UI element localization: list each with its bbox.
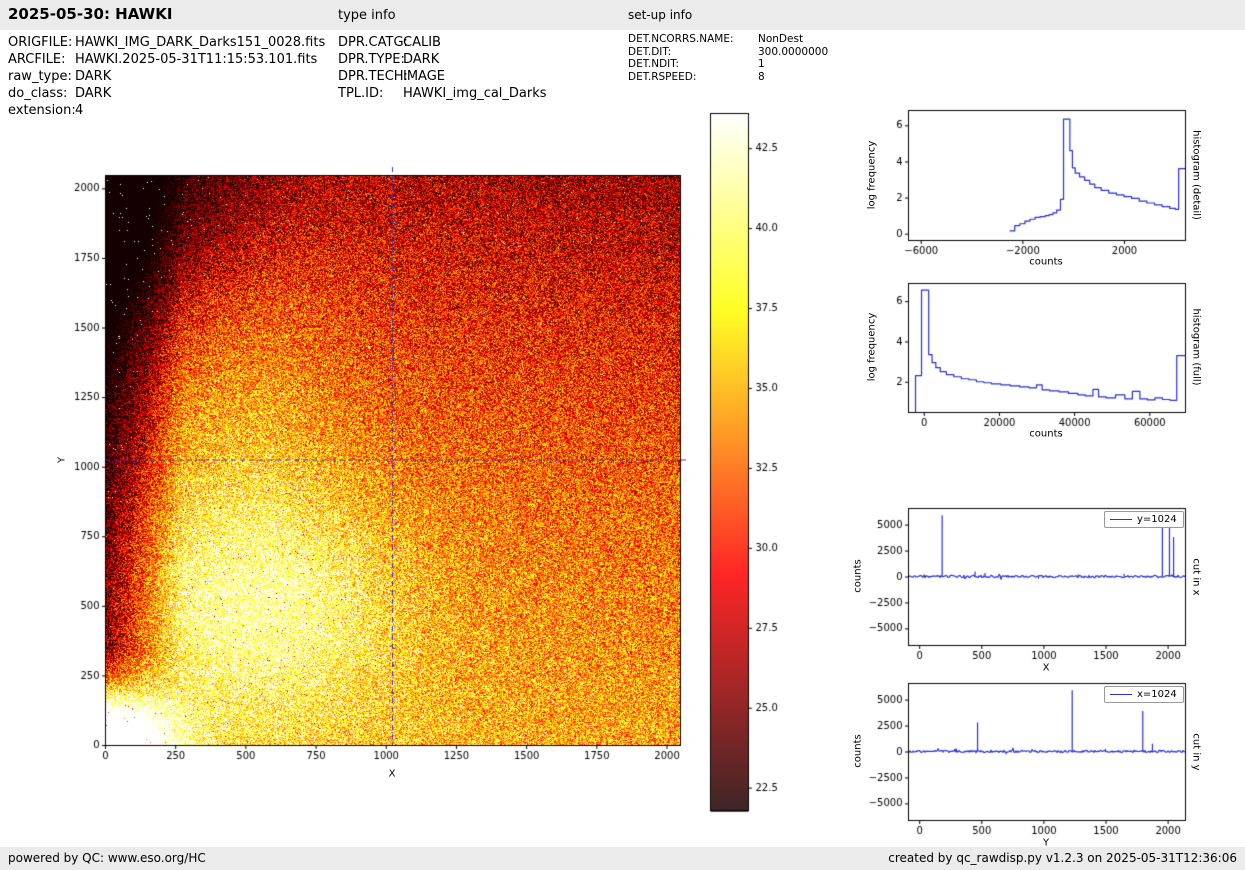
main-x-axis-label: X (389, 769, 396, 780)
cut-in-y-title: cut in y (1191, 733, 1202, 770)
meta-row: raw_type:DARK (8, 68, 325, 85)
cut-in-x-legend: y=1024 (1104, 511, 1184, 528)
footer-left-text: powered by QC: www.eso.org/HC (8, 847, 206, 870)
meta-row: DET.DIT:300.0000000 (628, 46, 828, 59)
meta-label: DET.RSPEED: (628, 71, 758, 84)
meta-row: DET.NCORRS.NAME:NonDest (628, 33, 828, 46)
meta-label: DPR.CATG: (338, 34, 403, 51)
histogram-detail-title: histogram (detail) (1191, 130, 1202, 220)
histogram-full-x-label: counts (1029, 429, 1062, 440)
legend-line-sample (1110, 519, 1132, 520)
meta-row: DPR.CATG:CALIB (338, 34, 547, 51)
header-bar: 2025-05-30: HAWKI type info set-up info (0, 0, 1245, 30)
type-info-block: DPR.CATG:CALIBDPR.TYPE:DARKDPR.TECH:IMAG… (338, 34, 547, 102)
footer-bar: powered by QC: www.eso.org/HC created by… (0, 847, 1245, 870)
meta-label: DPR.TECH: (338, 68, 403, 85)
meta-label: DET.DIT: (628, 46, 758, 59)
meta-value: HAWKI_IMG_DARK_Darks151_0028.fits (75, 34, 325, 51)
dark-frame-heatmap-canvas (40, 100, 810, 830)
meta-label: raw_type: (8, 68, 75, 85)
meta-value: 300.0000000 (758, 46, 828, 59)
meta-value: HAWKI.2025-05-31T11:15:53.101.fits (75, 51, 317, 68)
cut-in-x-title: cut in x (1191, 558, 1202, 595)
page-title: 2025-05-30: HAWKI (8, 5, 172, 23)
legend-line-sample (1110, 694, 1132, 695)
meta-row: DET.RSPEED:8 (628, 71, 828, 84)
meta-value: IMAGE (403, 68, 445, 85)
meta-row: ORIGFILE:HAWKI_IMG_DARK_Darks151_0028.fi… (8, 34, 325, 51)
meta-value: 8 (758, 71, 765, 84)
setup-info-heading: set-up info (628, 8, 692, 22)
histogram-detail-x-label: counts (1029, 257, 1062, 268)
setup-info-block: DET.NCORRS.NAME:NonDestDET.DIT:300.00000… (628, 33, 828, 83)
cut-in-y-legend: x=1024 (1104, 686, 1184, 703)
meta-label: DET.NDIT: (628, 58, 758, 71)
meta-value: DARK (403, 51, 439, 68)
histogram-detail-y-label: log frequency (867, 141, 878, 210)
footer-right-text: created by qc_rawdisp.py v1.2.3 on 2025-… (888, 847, 1237, 870)
cut-in-x-y-label: counts (853, 559, 864, 592)
meta-label: DPR.TYPE: (338, 51, 403, 68)
meta-value: CALIB (403, 34, 441, 51)
cut-in-y-y-label: counts (853, 734, 864, 767)
meta-value: NonDest (758, 33, 803, 46)
histogram-full-title: histogram (full) (1191, 308, 1202, 385)
meta-row: DPR.TYPE:DARK (338, 51, 547, 68)
histogram-full-canvas (855, 268, 1210, 443)
histogram-full-y-label: log frequency (867, 313, 878, 382)
histogram-detail-canvas (855, 95, 1210, 270)
meta-row: DPR.TECH:IMAGE (338, 68, 547, 85)
meta-value: 1 (758, 58, 765, 71)
legend-label: x=1024 (1137, 689, 1177, 700)
meta-label: DET.NCORRS.NAME: (628, 33, 758, 46)
meta-label: ARCFILE: (8, 51, 75, 68)
main-y-axis-label: Y (57, 457, 68, 463)
type-info-heading: type info (338, 8, 396, 23)
meta-label: ORIGFILE: (8, 34, 75, 51)
meta-value: DARK (75, 68, 111, 85)
qc-report-page: 2025-05-30: HAWKI type info set-up info … (0, 0, 1245, 870)
meta-row: DET.NDIT:1 (628, 58, 828, 71)
legend-label: y=1024 (1137, 514, 1177, 525)
meta-row: ARCFILE:HAWKI.2025-05-31T11:15:53.101.fi… (8, 51, 325, 68)
